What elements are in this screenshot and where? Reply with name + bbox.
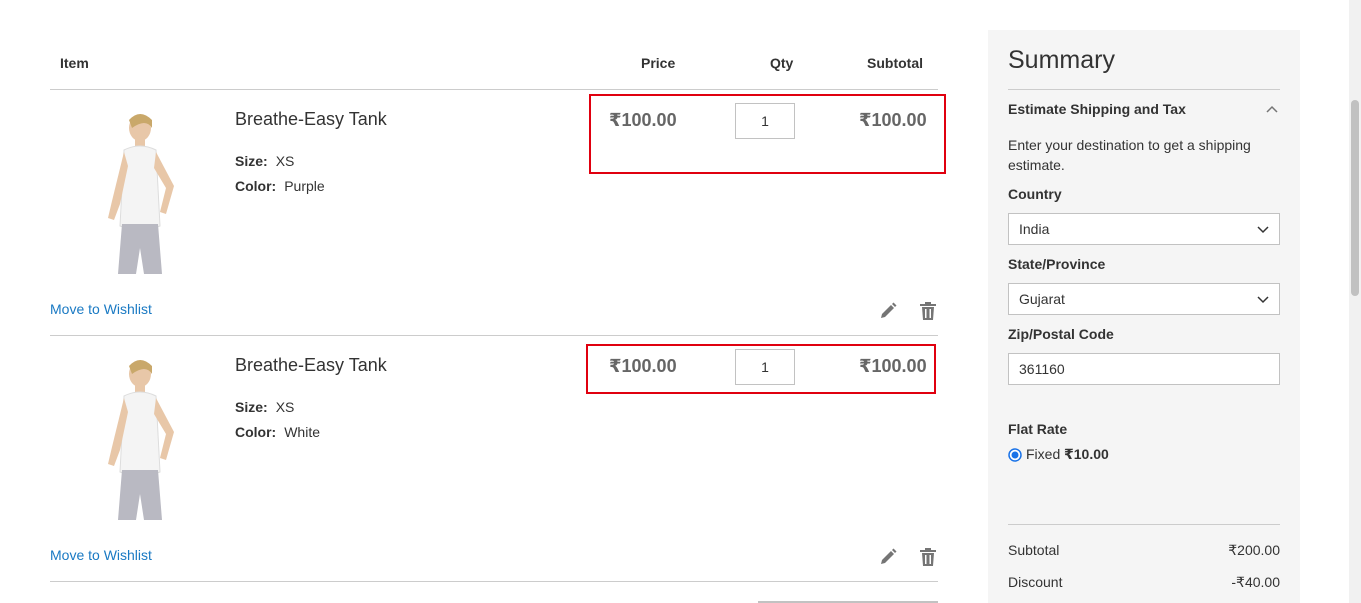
chevron-down-icon [1257, 226, 1269, 234]
country-select[interactable]: India [1008, 213, 1280, 245]
column-header-subtotal: Subtotal [867, 55, 923, 71]
zip-input[interactable]: 361160 [1008, 353, 1280, 385]
option-value: XS [275, 153, 295, 169]
column-header-qty: Qty [770, 55, 794, 71]
estimate-shipping-title: Estimate Shipping and Tax [1008, 101, 1186, 117]
product-option-size: Size: XS [235, 399, 294, 415]
estimate-description: Enter your destination to get a shipping… [1008, 137, 1251, 173]
scrollbar-thumb[interactable] [1351, 100, 1359, 296]
row-divider [50, 581, 938, 582]
summary-title: Summary [1008, 46, 1115, 74]
move-to-wishlist-link[interactable]: Move to Wishlist [50, 301, 152, 317]
column-header-item: Item [60, 55, 89, 71]
option-label: Size: [235, 399, 268, 415]
product-option-color: Color: White [235, 424, 320, 440]
state-select[interactable]: Gujarat [1008, 283, 1280, 315]
summary-divider [1008, 89, 1280, 90]
trash-icon[interactable] [918, 301, 938, 321]
option-label: Color: [235, 178, 277, 194]
header-divider [50, 89, 938, 90]
fixed-label: Fixed [1026, 446, 1061, 462]
product-name[interactable]: Breathe-Easy Tank [235, 355, 387, 376]
zip-label: Zip/Postal Code [1008, 326, 1114, 342]
totals-subtotal-label: Subtotal [1008, 542, 1060, 558]
highlight-box [589, 94, 946, 174]
chevron-down-icon [1257, 296, 1269, 304]
option-value: Purple [284, 178, 325, 194]
highlight-box [586, 344, 936, 394]
row-divider [50, 335, 938, 336]
totals-discount-row: Discount -₹40.00 [1008, 574, 1280, 590]
product-image[interactable] [62, 106, 198, 276]
state-label: State/Province [1008, 256, 1106, 272]
chevron-up-icon [1266, 105, 1278, 113]
scrollbar-track[interactable] [1349, 0, 1361, 603]
estimate-shipping-toggle[interactable]: Estimate Shipping and Tax [1008, 101, 1280, 117]
column-header-price: Price [641, 55, 676, 71]
product-option-color: Color: Purple [235, 178, 325, 194]
totals-divider [1008, 524, 1280, 525]
move-to-wishlist-link[interactable]: Move to Wishlist [50, 547, 152, 563]
product-option-size: Size: XS [235, 153, 294, 169]
fixed-price: ₹10.00 [1064, 446, 1109, 462]
option-value: White [284, 424, 321, 440]
option-value: XS [275, 399, 295, 415]
flat-rate-label: Flat Rate [1008, 421, 1068, 437]
edit-icon[interactable] [878, 547, 898, 567]
product-photo [108, 114, 174, 274]
product-image[interactable] [62, 352, 198, 522]
trash-icon[interactable] [918, 547, 938, 567]
totals-discount-value: -₹40.00 [1231, 574, 1280, 590]
country-label: Country [1008, 186, 1062, 202]
country-value: India [1019, 221, 1050, 237]
option-label: Color: [235, 424, 277, 440]
totals-discount-label: Discount [1008, 574, 1063, 590]
totals-subtotal-row: Subtotal ₹200.00 [1008, 542, 1280, 558]
option-label: Size: [235, 153, 268, 169]
totals-subtotal-value: ₹200.00 [1228, 542, 1280, 558]
radio-selected[interactable] [1008, 448, 1022, 462]
edit-icon[interactable] [878, 301, 898, 321]
product-photo [108, 360, 174, 520]
product-name[interactable]: Breathe-Easy Tank [235, 109, 387, 130]
state-value: Gujarat [1019, 291, 1065, 307]
